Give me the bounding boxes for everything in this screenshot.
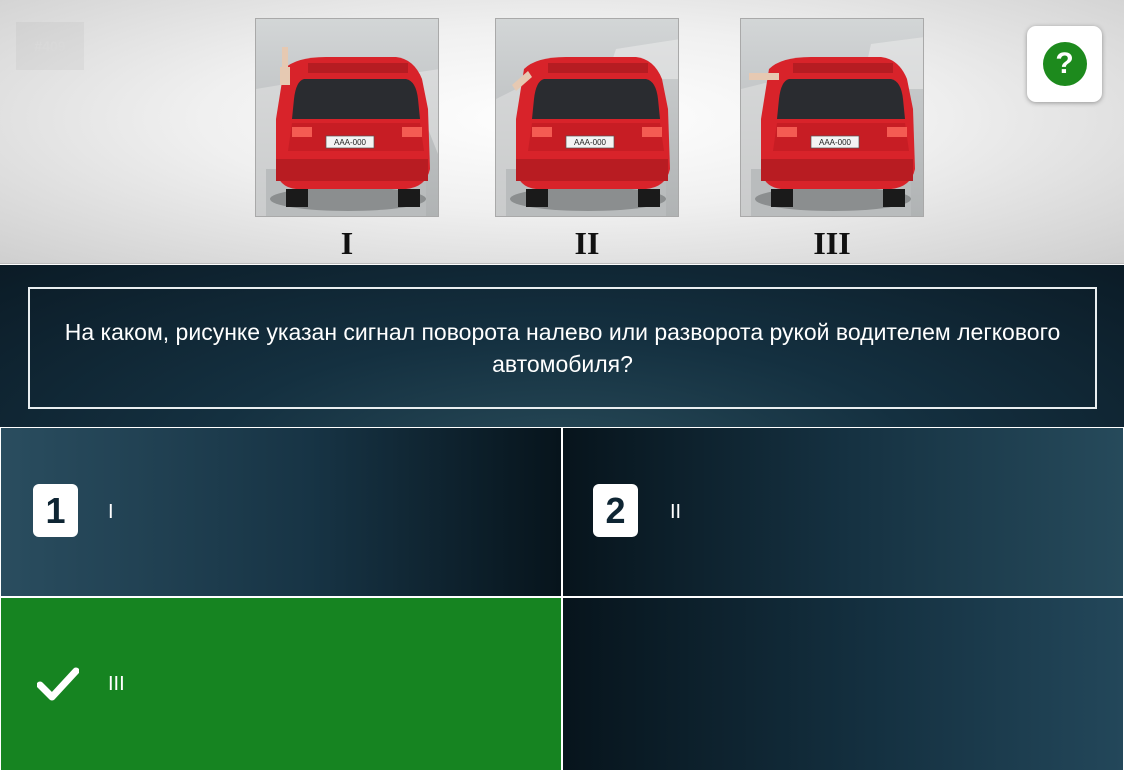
figure-label-2: II (574, 225, 600, 261)
question-box: На каком, рисунке указан сигнал поворота… (28, 287, 1097, 409)
license-plate-text: AAA-000 (334, 138, 367, 147)
car-image-2: AAA-000 (495, 18, 679, 217)
answer-label: I (108, 501, 114, 523)
car-image-1: AAA-000 (255, 18, 439, 217)
figure-2: AAA-000 II (495, 18, 679, 261)
answer-number-badge: 1 (33, 484, 78, 537)
answer-label: II (670, 501, 682, 523)
answer-option-1[interactable]: 1 I (1, 428, 561, 596)
figure-3: AAA-000 III (740, 18, 924, 261)
answer-label: III (108, 673, 125, 695)
figure-1: AAA-000 I (255, 18, 439, 261)
question-mark-icon: ? (1042, 42, 1087, 86)
answer-option-2[interactable]: 2 II (563, 428, 1123, 596)
answer-number-badge: 2 (593, 484, 638, 537)
illustration-area: #409 AAA-000 I AAA-000 II AAA-000 III ? (0, 0, 1124, 264)
license-plate-text: AAA-000 (819, 138, 852, 147)
answer-empty-cell (563, 598, 1123, 770)
question-number: #409 (16, 22, 84, 70)
answer-option-3-correct[interactable]: III (1, 598, 561, 770)
question-panel: На каком, рисунке указан сигнал поворота… (0, 265, 1124, 427)
help-button[interactable]: ? (1027, 26, 1102, 102)
license-plate-text: AAA-000 (574, 138, 607, 147)
question-text: На каком, рисунке указан сигнал поворота… (64, 319, 1061, 377)
checkmark-icon (37, 667, 79, 701)
figure-label-1: I (340, 225, 354, 261)
figure-label-3: III (813, 225, 851, 261)
car-image-3: AAA-000 (740, 18, 924, 217)
